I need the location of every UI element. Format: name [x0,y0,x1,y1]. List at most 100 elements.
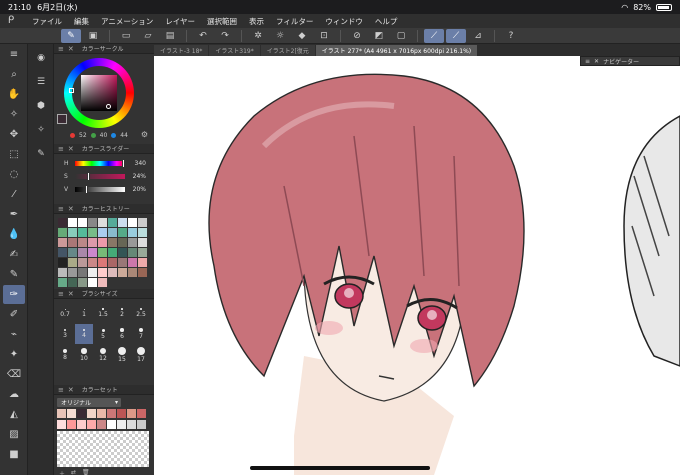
history-color-cell[interactable] [118,258,127,267]
color-set-cell[interactable] [57,420,66,429]
close-icon[interactable]: ✕ [594,58,599,65]
history-color-cell[interactable] [138,248,147,257]
brush-size-option[interactable]: 10 [75,345,93,365]
menu-icon[interactable]: ≡ [58,290,64,298]
sv-marker[interactable] [106,104,111,109]
grid-snap-icon[interactable]: ⊿ [468,29,488,43]
menu-selection[interactable]: 選択範囲 [201,16,243,27]
history-color-cell[interactable] [68,218,77,227]
color-set-cell[interactable] [87,409,96,418]
history-color-cell[interactable] [78,268,87,277]
color-set-dropdown[interactable]: オリジナル ▾ [57,398,121,407]
color-set-cell[interactable] [107,409,116,418]
new-file-icon[interactable]: ▭ [116,29,136,43]
subtool-detail-icon[interactable]: ✎ [31,144,51,164]
history-color-cell[interactable] [78,218,87,227]
menu-layer[interactable]: レイヤー [159,16,201,27]
brush-size-option[interactable]: 5 [94,324,112,344]
spinner-icon[interactable]: ✲ [248,29,268,43]
menu-icon[interactable]: ≡ [3,45,25,64]
menu-icon[interactable]: ≡ [58,205,64,213]
decoration-icon[interactable]: ⌁ [3,325,25,344]
menu-icon[interactable]: ≡ [58,145,64,153]
color-set-cell[interactable] [137,420,146,429]
drawing-canvas[interactable] [154,56,680,475]
color-set-cell[interactable] [57,409,66,418]
history-color-cell[interactable] [98,218,107,227]
menu-view[interactable]: 表示 [243,16,270,27]
history-color-cell[interactable] [108,258,117,267]
zoom-icon[interactable]: ⌕ [3,65,25,84]
history-color-cell[interactable] [78,278,87,287]
history-color-cell[interactable] [58,238,67,247]
history-color-cell[interactable] [128,238,137,247]
color-swatch-icon[interactable]: ■ [3,445,25,464]
gear-icon[interactable]: ⚙ [141,130,148,139]
brush-size-option[interactable]: 12 [94,345,112,365]
brush-size-option[interactable]: 2 [113,303,131,323]
transform-icon[interactable]: ⊡ [314,29,334,43]
close-icon[interactable]: ✕ [68,145,74,153]
history-color-cell[interactable] [68,258,77,267]
history-color-cell[interactable] [78,248,87,257]
history-color-cell[interactable] [138,268,147,277]
history-color-cell[interactable] [58,228,67,237]
add-color-icon[interactable]: ＋ [59,469,65,475]
history-color-cell[interactable] [98,228,107,237]
move-icon[interactable]: ✥ [3,125,25,144]
history-color-cell[interactable] [138,228,147,237]
menu-icon[interactable]: ≡ [585,58,590,65]
hue-marker[interactable] [69,88,74,93]
history-color-cell[interactable] [78,228,87,237]
brush-size-option[interactable]: 2.5 [132,303,150,323]
pen-icon[interactable]: ✒ [3,205,25,224]
menu-edit[interactable]: 編集 [68,16,95,27]
replace-color-icon[interactable]: ⇄ [71,469,76,475]
simple-mode-icon[interactable]: ✎ [61,28,81,43]
main-color-swatch[interactable] [57,114,67,124]
history-color-cell[interactable] [58,258,67,267]
history-color-cell[interactable] [118,228,127,237]
color-set-cell[interactable] [77,420,86,429]
undo-icon[interactable]: ↶ [193,29,213,43]
history-color-cell[interactable] [128,268,137,277]
ink-drop-icon[interactable]: 💧 [3,225,25,244]
color-set-cell[interactable] [67,420,76,429]
history-color-cell[interactable] [128,228,137,237]
history-color-cell[interactable] [68,228,77,237]
color-set-cell[interactable] [117,420,126,429]
history-color-cell[interactable] [108,228,117,237]
menu-animation[interactable]: アニメーション [95,16,159,27]
brush-size-option[interactable]: 6 [113,324,131,344]
tab-document-1[interactable]: イラスト-3 18* [154,45,209,56]
close-icon[interactable]: ✕ [68,290,74,298]
fill-icon[interactable]: ◆ [292,29,312,43]
help-icon[interactable]: ? [501,29,521,43]
slider-knob[interactable] [122,159,125,168]
gallery-icon[interactable]: ▣ [83,29,103,43]
eyedropper-zoom-icon[interactable]: ✧ [3,105,25,124]
brush-size-option[interactable]: 7 [132,324,150,344]
select-rect-icon[interactable]: ⬚ [3,145,25,164]
brush-size-option[interactable]: 8 [56,345,74,365]
tab-document-2[interactable]: イラスト319* [209,45,260,56]
special-ruler-icon[interactable]: ⟋ [446,28,466,43]
color-set-cell[interactable] [107,420,116,429]
menu-icon[interactable]: ≡ [58,386,64,394]
color-set-cell[interactable] [127,409,136,418]
open-folder-icon[interactable]: ▱ [138,29,158,43]
tab-document-3[interactable]: イラスト2[復元 [260,45,315,56]
menu-window[interactable]: ウィンドウ [319,16,369,27]
brush-size-option[interactable]: 3 [56,324,74,344]
eyedropper-icon[interactable]: ⁄ [3,185,25,204]
history-color-cell[interactable] [68,238,77,247]
history-color-cell[interactable] [118,218,127,227]
blend-icon[interactable]: ☁ [3,385,25,404]
history-color-cell[interactable] [58,218,67,227]
redo-icon[interactable]: ↷ [215,29,235,43]
eraser-icon[interactable]: ⌫ [3,365,25,384]
history-color-cell[interactable] [88,258,97,267]
menu-filter[interactable]: フィルター [270,16,319,27]
brush-icon[interactable]: ✍ [3,245,25,264]
history-color-cell[interactable] [88,278,97,287]
